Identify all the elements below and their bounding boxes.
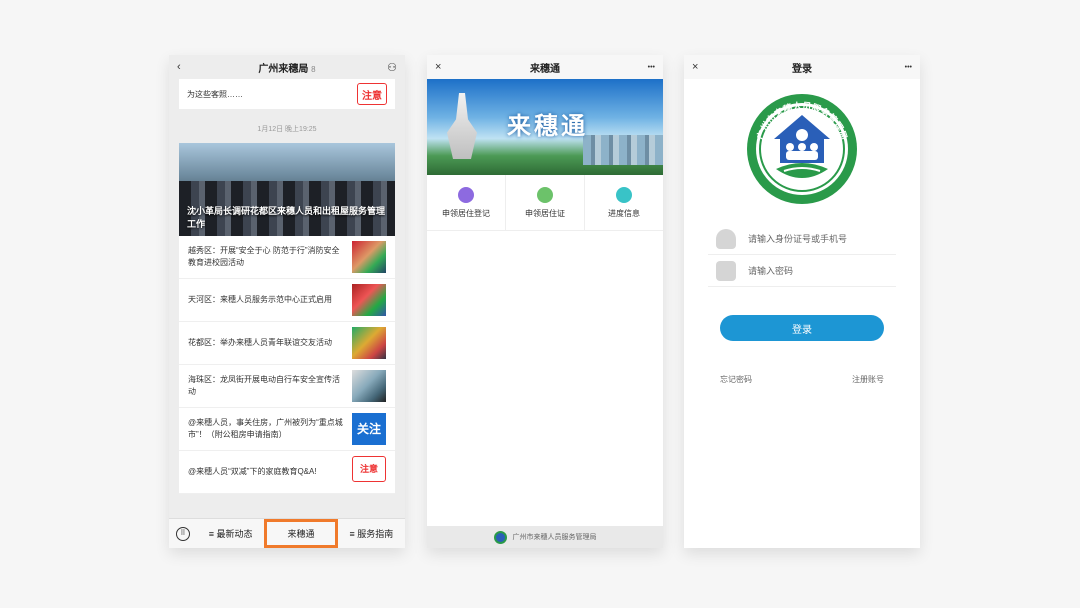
menu-laisuitong[interactable]: 来穗通 [264, 519, 338, 548]
close-icon[interactable]: × [692, 61, 698, 73]
message-feed[interactable]: 为这些客照…… 注意 1月12日 晚上19:25 沈小革局长调研花都区来穗人员和… [169, 79, 405, 518]
article-thumbnail [352, 284, 386, 316]
user-icon [716, 228, 736, 249]
back-icon[interactable]: ‹ [177, 61, 181, 73]
banner-title: 来穗通 [507, 113, 588, 140]
page-title: 广州来穗局 8 [258, 63, 316, 75]
article-title: @来穗人员，事关住房，广州被列为“重点城市”！（附公租房申请指南） [188, 418, 343, 439]
article-row[interactable]: 天河区：来穗人员服务示范中心正式启用 [179, 279, 395, 322]
page-title: 登录 [792, 63, 812, 75]
login-screen: × 登录 ••• 广州市来穗人员服务管理局 请输入身份证号或手机号 请输入密码 … [684, 55, 920, 548]
nav-bar: × 来穗通 ••• [427, 55, 663, 79]
page-title: 来穗通 [530, 63, 560, 75]
close-icon[interactable]: × [435, 61, 441, 73]
registration-icon [458, 186, 474, 203]
bureau-logo: 广州市来穗人员服务管理局 [747, 94, 857, 204]
timestamp: 1月12日 晚上19:25 [257, 126, 317, 133]
banner-image: 来穗通 [427, 79, 663, 175]
hero-image[interactable]: 沈小革局长调研花都区来穗人员和出租屋服务管理工作 [179, 143, 395, 236]
article-title: 天河区：来穗人员服务示范中心正式启用 [188, 295, 332, 304]
article-title: 越秀区：开展“安全于心 防范于行”消防安全教育进校园活动 [188, 246, 340, 267]
bureau-logo-icon [493, 530, 507, 544]
register-link[interactable]: 注册账号 [852, 374, 884, 385]
previous-card[interactable]: 为这些客照…… 注意 [179, 79, 395, 109]
notice-thumbnail: 注意 [352, 456, 386, 488]
menu-label: 申领居住登记 [442, 208, 490, 218]
id-field[interactable]: 请输入身份证号或手机号 [708, 223, 896, 255]
menu-latest-news[interactable]: ≡ 最新动态 [197, 527, 264, 540]
article-row[interactable]: 越秀区：开展“安全于心 防范于行”消防安全教育进校园活动 [179, 236, 395, 279]
footer: 广州市来穗人员服务管理局 [427, 526, 663, 548]
article-title: 花都区：举办来穗人员青年联谊交友活动 [188, 338, 332, 347]
login-button[interactable]: 登录 [720, 315, 884, 341]
notice-thumbnail: 注意 [357, 83, 387, 105]
menu-label: 申领居住证 [525, 208, 565, 218]
article-thumbnail [352, 370, 386, 402]
article-card[interactable]: 沈小革局长调研花都区来穗人员和出租屋服务管理工作 越秀区：开展“安全于心 防范于… [179, 143, 395, 494]
profile-icon[interactable]: ⚇ [387, 61, 397, 74]
menu-residence-permit[interactable]: 申领居住证 [506, 175, 585, 230]
permit-icon [537, 186, 553, 203]
statue-graphic [447, 93, 477, 159]
excerpt-text: 为这些客照…… [187, 89, 243, 99]
article-title: @来穗人员“双减”下的家庭教育Q&A! [188, 467, 317, 476]
password-field[interactable]: 请输入密码 [708, 255, 896, 287]
bottom-menu: ⠿ ≡ 最新动态 来穗通 ≡ 服务指南 [169, 518, 405, 548]
lock-icon [716, 260, 736, 281]
login-links: 忘记密码 注册账号 [720, 374, 884, 385]
nav-bar: × 登录 ••• [684, 55, 920, 79]
skyline-graphic [583, 135, 663, 165]
forgot-password-link[interactable]: 忘记密码 [720, 374, 752, 385]
more-icon[interactable]: ••• [905, 64, 912, 71]
hero-caption: 沈小革局长调研花都区来穗人员和出租屋服务管理工作 [187, 206, 386, 229]
id-placeholder: 请输入身份证号或手机号 [748, 234, 848, 244]
official-account-screen: ‹ 广州来穗局 8 ⚇ 为这些客照…… 注意 1月12日 晚上19:25 沈小革… [169, 55, 405, 548]
service-menu: 申领居住登记 申领居住证 进度信息 [427, 175, 663, 231]
article-row[interactable]: 花都区：举办来穗人员青年联谊交友活动 [179, 322, 395, 365]
password-placeholder: 请输入密码 [748, 266, 794, 276]
article-row[interactable]: @来穗人员“双减”下的家庭教育Q&A! 注意 [179, 451, 395, 494]
footer-text: 广州市来穗人员服务管理局 [512, 534, 597, 541]
article-title: 海珠区：龙凤街开展电动自行车安全宣传活动 [188, 375, 340, 396]
article-thumbnail [352, 327, 386, 359]
keyboard-toggle[interactable]: ⠿ [169, 526, 197, 541]
menu-service-guide[interactable]: ≡ 服务指南 [338, 527, 405, 540]
menu-progress[interactable]: 进度信息 [585, 175, 663, 230]
menu-label: 进度信息 [608, 208, 640, 218]
article-thumbnail [352, 241, 386, 273]
progress-icon [616, 186, 632, 203]
menu-residence-registration[interactable]: 申领居住登记 [427, 175, 506, 230]
article-row[interactable]: @来穗人员，事关住房，广州被列为“重点城市”！（附公租房申请指南） 关注 [179, 408, 395, 451]
more-icon[interactable]: ••• [648, 64, 655, 71]
nav-bar: ‹ 广州来穗局 8 ⚇ [169, 55, 405, 79]
article-row[interactable]: 海珠区：龙凤街开展电动自行车安全宣传活动 [179, 365, 395, 408]
laisuitong-screen: × 来穗通 ••• 来穗通 申领居住登记 申领居住证 进度信息 广州市来穗人员服… [427, 55, 663, 548]
keyboard-icon: ⠿ [176, 526, 190, 541]
follow-thumbnail: 关注 [352, 413, 386, 445]
